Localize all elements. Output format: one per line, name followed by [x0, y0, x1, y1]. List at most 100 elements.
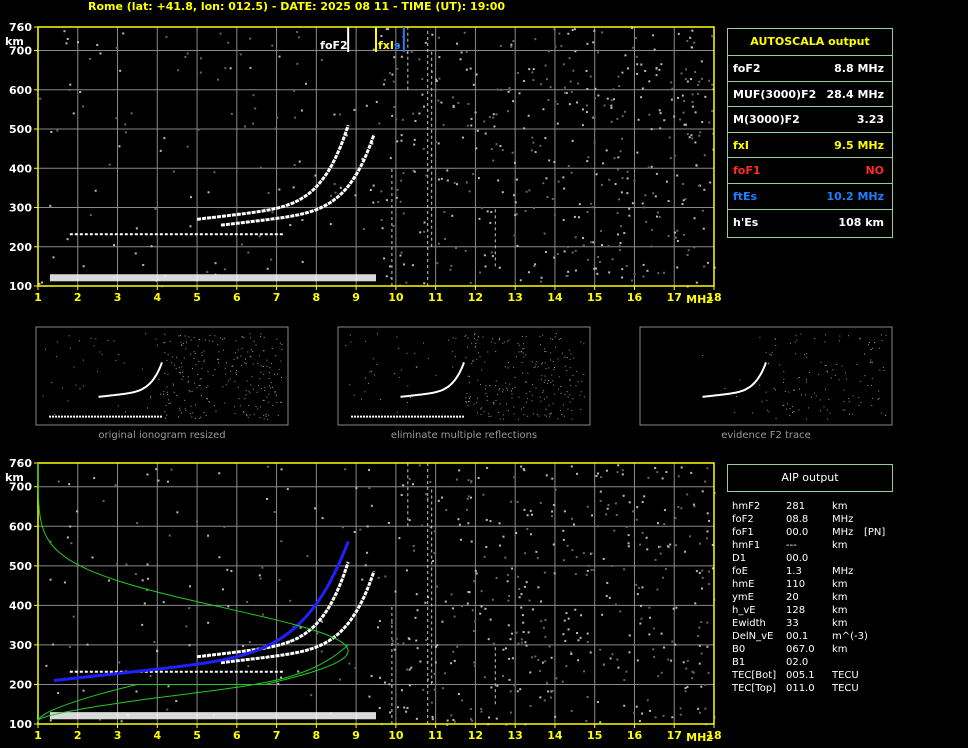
main-noise — [586, 87, 589, 90]
main-noise — [470, 124, 473, 127]
main-noise — [452, 106, 455, 109]
lower-noise — [659, 545, 662, 548]
lower-xtick-label: 14 — [547, 729, 563, 742]
thumb-original-noise — [218, 351, 220, 353]
lower-noise — [68, 645, 71, 648]
main-noise — [658, 215, 661, 218]
main-noise — [477, 177, 480, 180]
thumb-f2-noise — [806, 353, 808, 355]
main-noise — [674, 231, 677, 234]
thumb-eliminate-noise — [580, 391, 582, 393]
thumb-f2-noise — [734, 411, 736, 413]
thumb-eliminate-noise — [435, 374, 437, 376]
lower-noise — [266, 465, 269, 468]
aip-row: ymE 20 km — [732, 591, 872, 604]
lower-noise — [218, 556, 221, 559]
thumb-original-noise — [209, 335, 211, 337]
main-xtick-label: 2 — [74, 291, 82, 304]
lower-noise — [574, 608, 577, 611]
thumb-original-noise — [239, 405, 241, 407]
thumb-eliminate-noise — [484, 361, 486, 363]
thumb-eliminate-noise — [538, 415, 540, 417]
main-noise — [223, 268, 226, 271]
thumb-eliminate-noise — [558, 338, 560, 340]
thumb-eliminate-noise — [553, 368, 555, 370]
lower-f2-x-trace — [220, 570, 376, 665]
main-noise — [99, 52, 102, 55]
main-noise — [657, 211, 660, 214]
aip-unit: m^(-3) — [832, 631, 868, 642]
thumb-f2-noise — [870, 359, 872, 361]
lower-noise — [583, 670, 586, 673]
thumb-original-noise — [274, 390, 276, 392]
thumb-original-noise — [262, 365, 264, 367]
main-noise — [474, 167, 477, 170]
lower-noise — [675, 606, 678, 609]
thumb-f2-noise — [842, 409, 844, 411]
main-noise — [691, 93, 694, 96]
main-noise — [365, 104, 368, 107]
lower-noise — [196, 520, 199, 523]
lower-noise — [474, 569, 477, 572]
thumb-eliminate-noise — [572, 374, 574, 376]
lower-noise — [531, 608, 534, 611]
thumb-original-noise — [167, 354, 169, 356]
main-noise — [699, 131, 702, 134]
lower-noise — [418, 464, 421, 467]
lower-noise — [378, 620, 381, 623]
lower-noise — [118, 661, 121, 664]
main-noise — [619, 241, 622, 244]
main-noise — [568, 57, 571, 60]
lower-noise — [622, 494, 625, 497]
thumb-f2-noise — [786, 403, 788, 405]
aip-unit: km — [832, 618, 848, 629]
lower-noise — [384, 575, 387, 578]
main-noise — [600, 183, 603, 186]
main-noise — [495, 113, 498, 116]
main-noise — [491, 255, 494, 258]
thumb-eliminate-noise — [523, 348, 525, 350]
thumb-original-noise — [253, 340, 255, 342]
lower-noise — [525, 581, 528, 584]
thumb-original-noise — [212, 340, 214, 342]
main-noise — [515, 213, 518, 216]
lower-noise — [648, 616, 651, 619]
thumb-original-noise — [240, 364, 242, 366]
lower-noise — [266, 497, 269, 500]
lower-noise — [259, 577, 262, 580]
main-noise — [418, 58, 421, 61]
main-noise — [438, 56, 441, 59]
main-noise — [479, 271, 482, 274]
thumb-f2-noise — [852, 413, 854, 415]
main-xtick-label: 4 — [153, 291, 161, 304]
lower-noise — [606, 581, 609, 584]
lower-noise — [633, 711, 636, 714]
lower-noise — [605, 513, 608, 516]
main-noise — [329, 194, 332, 197]
thumb-original-noise — [252, 363, 254, 365]
main-noise — [665, 180, 668, 183]
lower-noise — [444, 672, 447, 675]
thumb-f2-noise — [844, 372, 846, 374]
autoscala-value: NO — [865, 164, 884, 178]
thumb-eliminate-noise — [558, 388, 560, 390]
thumb-eliminate-noise — [376, 333, 378, 335]
main-noise — [626, 170, 629, 173]
thumb-eliminate-noise — [559, 409, 561, 411]
thumb-f2-noise — [761, 401, 763, 403]
thumb-original-noise — [193, 337, 195, 339]
lower-noise — [415, 639, 418, 642]
lower-noise — [648, 709, 651, 712]
main-noise — [612, 98, 615, 101]
main-noise — [385, 275, 388, 278]
main-noise — [480, 207, 483, 210]
main-noise — [506, 110, 509, 113]
main-noise — [466, 124, 469, 127]
lower-noise — [566, 544, 569, 547]
thumb-original-noise — [268, 372, 270, 374]
main-noise — [652, 192, 655, 195]
main-noise — [450, 264, 453, 267]
thumb-original-noise — [175, 368, 177, 370]
main-noise — [691, 29, 694, 32]
main-noise — [486, 210, 489, 213]
